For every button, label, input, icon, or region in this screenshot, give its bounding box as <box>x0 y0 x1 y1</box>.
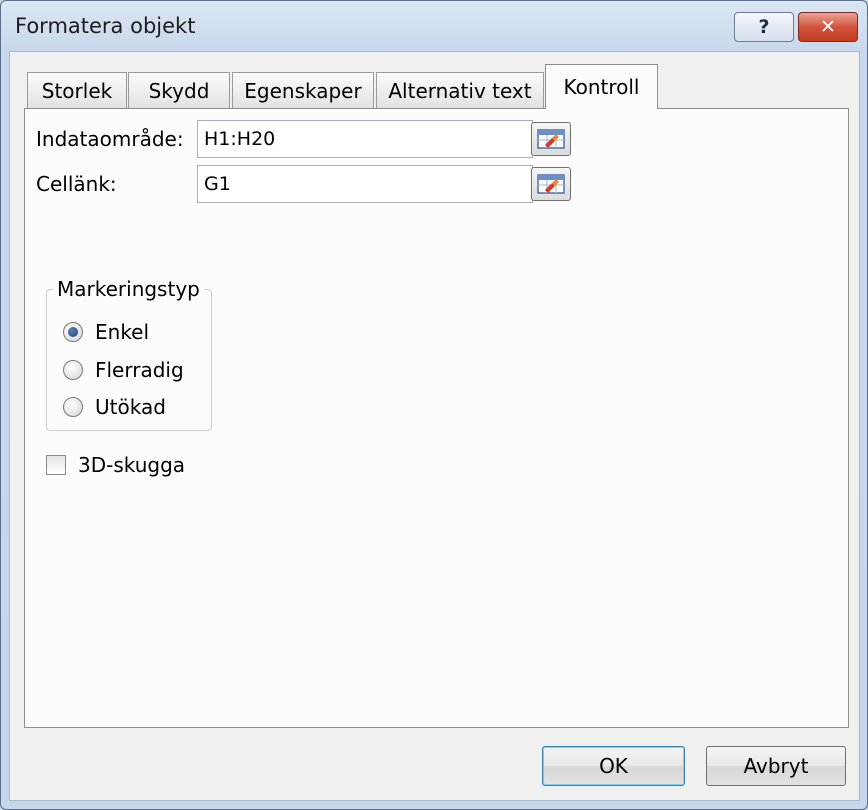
dialog-window: Formatera objekt ? ✕ Storlek Skydd Egens… <box>0 0 868 810</box>
input-range-label: Indataområde: <box>36 127 184 151</box>
shadow-checkbox[interactable] <box>46 455 66 475</box>
tab-storlek[interactable]: Storlek <box>27 72 127 108</box>
input-range-select-button[interactable] <box>531 122 571 156</box>
tab-alternativ-text[interactable]: Alternativ text <box>376 72 544 108</box>
title-bar: Formatera objekt ? ✕ <box>1 1 867 51</box>
cell-link-select-button[interactable] <box>531 167 571 201</box>
tab-egenskaper[interactable]: Egenskaper <box>232 72 374 108</box>
dialog-body: Storlek Skydd Egenskaper Alternativ text… <box>9 51 860 801</box>
cell-link-label: Cellänk: <box>36 172 117 196</box>
help-button[interactable]: ? <box>734 12 794 42</box>
shadow-checkbox-row[interactable]: 3D-skugga <box>46 453 185 477</box>
radio-enkel[interactable]: Enkel <box>63 320 149 344</box>
tab-kontroll[interactable]: Kontroll <box>545 64 658 109</box>
close-button[interactable]: ✕ <box>798 12 858 42</box>
radio-utokad[interactable]: Utökad <box>63 395 166 419</box>
selection-type-legend: Markeringstyp <box>53 277 204 301</box>
radio-button[interactable] <box>63 322 83 342</box>
range-select-icon <box>537 174 565 194</box>
range-select-icon <box>537 129 565 149</box>
selection-type-group: Markeringstyp Enkel Flerradig Utökad <box>46 277 212 431</box>
cancel-button[interactable]: Avbryt <box>706 746 846 786</box>
radio-flerradig[interactable]: Flerradig <box>63 358 184 382</box>
input-range-field[interactable] <box>197 120 533 158</box>
dialog-title: Formatera objekt <box>15 14 196 38</box>
radio-button[interactable] <box>63 360 83 380</box>
radio-enkel-label: Enkel <box>95 320 150 344</box>
ok-button[interactable]: OK <box>542 746 685 786</box>
cell-link-field[interactable] <box>197 165 533 203</box>
tab-panel-kontroll: Indataområde: Cellänk: <box>24 108 849 728</box>
radio-button[interactable] <box>63 397 83 417</box>
radio-flerradig-label: Flerradig <box>95 358 184 382</box>
radio-selected-dot <box>68 327 78 337</box>
shadow-checkbox-label: 3D-skugga <box>78 453 186 477</box>
tab-skydd[interactable]: Skydd <box>128 72 230 108</box>
radio-utokad-label: Utökad <box>95 395 166 419</box>
